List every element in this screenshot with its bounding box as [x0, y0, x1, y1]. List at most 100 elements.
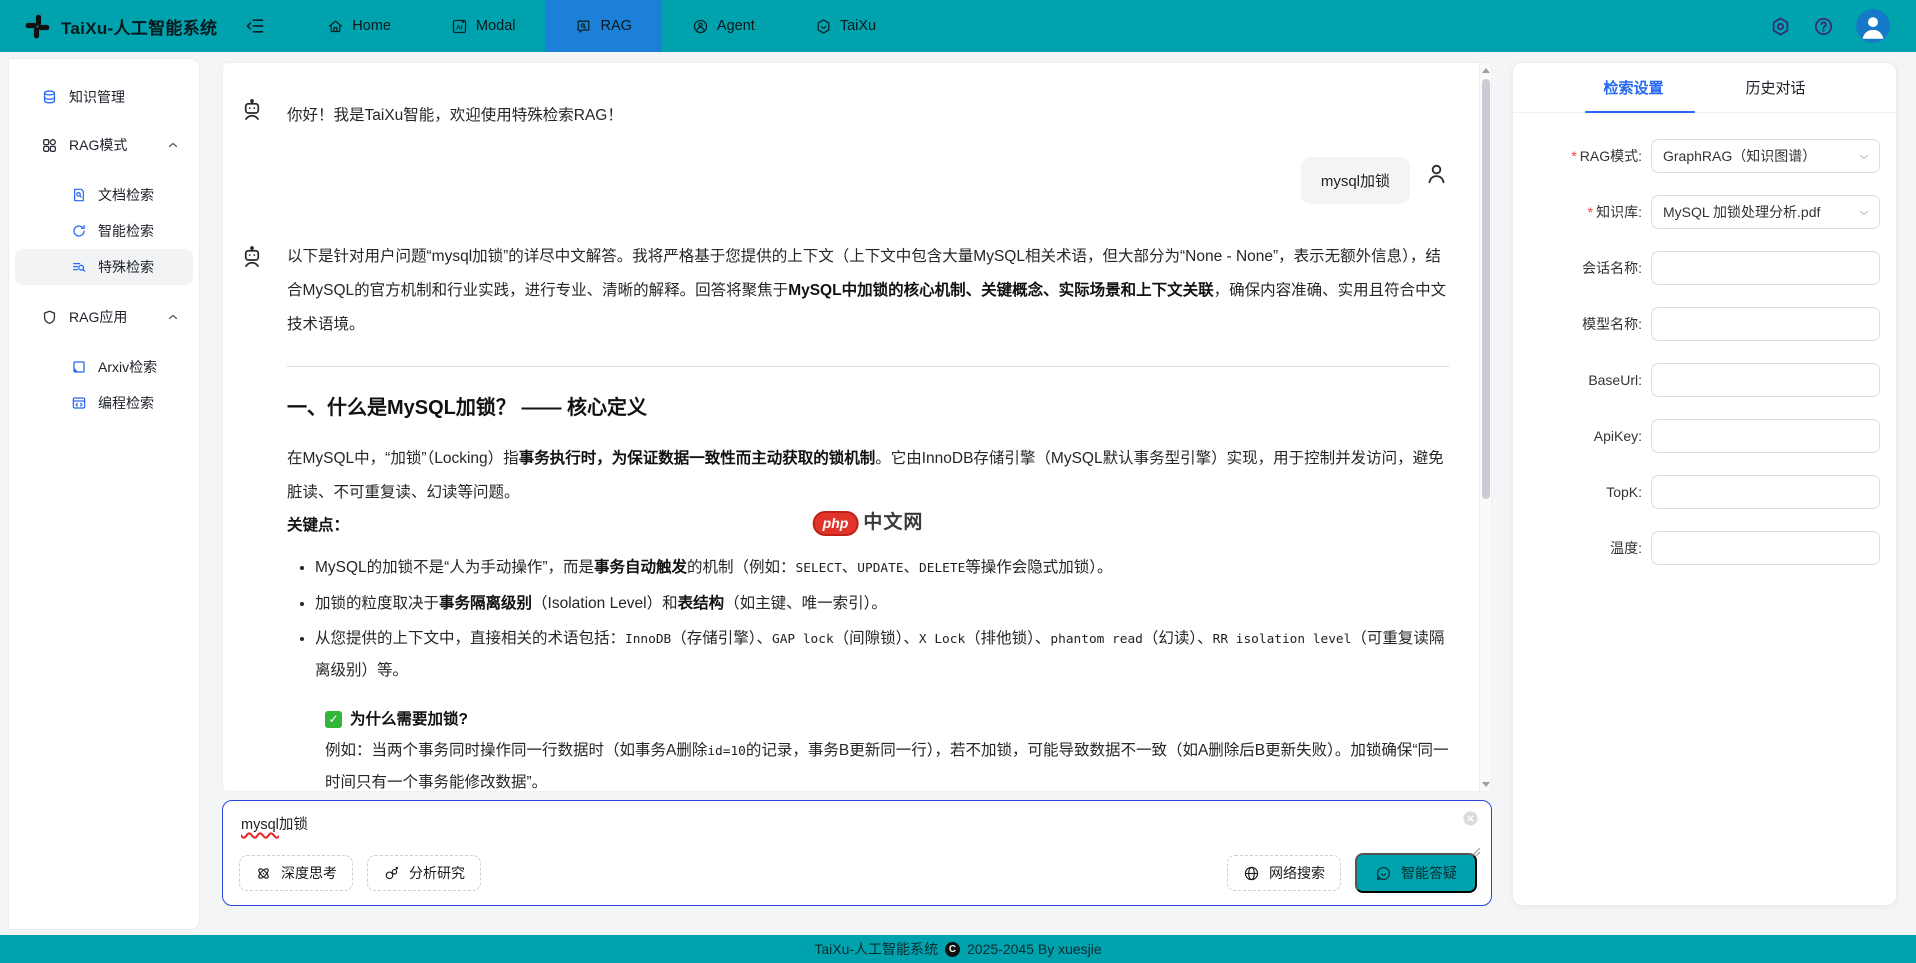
session-name-input[interactable] [1651, 251, 1880, 285]
knowledge-base-value: MySQL 加锁处理分析.pdf [1663, 202, 1820, 222]
smart-qa-button[interactable]: 智能答疑 [1355, 853, 1477, 893]
footer-copyright: 2025-2045 By xuesjie [967, 941, 1102, 957]
nav-item-agent[interactable]: Agent [662, 0, 785, 52]
form-row-apikey: ApiKey: [1529, 419, 1880, 453]
why-lock-block: ✓ 为什么需要加锁? 例如：当两个事务同时操作同一行数据时（如事务A删除id=1… [325, 704, 1449, 791]
square-icon [71, 359, 87, 375]
php-logo-badge: php [813, 511, 859, 536]
menu-fold-icon[interactable] [227, 0, 283, 52]
sidebar-item-doc-search[interactable]: 文档检索 [15, 177, 193, 213]
answer-heading-1: 一、什么是MySQL加锁？ —— 核心定义 [287, 391, 1449, 420]
bot-message: 以下是针对用户问题“mysql加锁”的详尽中文解答。我将严格基于您提供的上下文（… [223, 238, 1479, 791]
chat-scrollbar[interactable] [1479, 63, 1491, 791]
keypoints-label: 关键点： [287, 517, 349, 534]
code-window-icon [71, 395, 87, 411]
scrollbar-down-arrow[interactable] [1480, 777, 1492, 791]
chevron-down-icon [1858, 207, 1870, 219]
sidebar-item-arxiv-search[interactable]: Arxiv检索 [15, 349, 193, 385]
footer-app-name: TaiXu-人工智能系统 [814, 939, 938, 959]
bot-message: 你好！我是TaiXu智能，欢迎使用特殊检索RAG！ [223, 91, 1479, 133]
scrollbar-up-arrow[interactable] [1480, 63, 1492, 77]
settings-form: *RAG模式: GraphRAG（知识图谱） *知识库: MySQL 加锁处理分… [1513, 113, 1896, 565]
chevron-up-icon [167, 311, 179, 323]
clear-input-icon[interactable] [1462, 810, 1479, 827]
field-label: *RAG模式: [1529, 146, 1651, 166]
atom-icon [255, 865, 272, 882]
topk-input[interactable] [1651, 475, 1880, 509]
active-tab-underline [1585, 111, 1695, 114]
form-row-knowledge-base: *知识库: MySQL 加锁处理分析.pdf [1529, 195, 1880, 229]
analyze-research-button[interactable]: 分析研究 [367, 855, 481, 891]
copyright-icon: C [945, 942, 960, 957]
field-label: 会话名称: [1529, 258, 1651, 278]
analyze-research-label: 分析研究 [409, 863, 465, 883]
form-row-session-name: 会话名称: [1529, 251, 1880, 285]
field-label: 温度: [1529, 538, 1651, 558]
form-row-temperature: 温度: [1529, 531, 1880, 565]
deep-think-button[interactable]: 深度思考 [239, 855, 353, 891]
form-row-model-name: 模型名称: [1529, 307, 1880, 341]
panel-tabs: 检索设置 历史对话 [1513, 63, 1896, 113]
form-row-baseurl: BaseUrl: [1529, 363, 1880, 397]
globe-icon [1243, 865, 1260, 882]
answer-intro-paragraph: 以下是针对用户问题“mysql加锁”的详尽中文解答。我将严格基于您提供的上下文（… [287, 240, 1449, 342]
required-asterisk: * [1588, 204, 1593, 220]
list-item: MySQL的加锁不是“人为手动操作”，而是事务自动触发的机制（例如：SELECT… [315, 552, 1449, 584]
main-nav: Home AI Modal RAG [297, 0, 906, 52]
field-label: BaseUrl: [1529, 372, 1651, 388]
user-avatar[interactable] [1856, 9, 1890, 43]
sidebar-item-special-search[interactable]: 特殊检索 [15, 249, 193, 285]
sidebar-group-rag-mode[interactable]: RAG模式 [15, 125, 193, 165]
tab-history-chat[interactable]: 历史对话 [1742, 77, 1810, 98]
keypoints-line: 关键点： php 中文网 [287, 510, 1449, 542]
svg-text:AI: AI [456, 24, 463, 31]
nav-item-home[interactable]: Home [297, 0, 421, 52]
taixu-icon [815, 18, 832, 35]
sidebar-item-knowledge[interactable]: 知识管理 [15, 77, 193, 117]
list-item: 从您提供的上下文中，直接相关的术语包括：InnoDB（存储引擎）、GAP loc… [315, 623, 1449, 686]
sidebar-item-smart-search[interactable]: 智能检索 [15, 213, 193, 249]
nav-item-label: Agent [717, 18, 755, 34]
user-message-bubble: mysql加锁 [1301, 157, 1410, 204]
bot-answer-markdown: 以下是针对用户问题“mysql加锁”的详尽中文解答。我将严格基于您提供的上下文（… [287, 238, 1449, 791]
temperature-input[interactable] [1651, 531, 1880, 565]
message-input[interactable]: mysql加锁 [223, 801, 1491, 853]
check-mark-icon: ✓ [325, 711, 342, 728]
home-icon [327, 18, 344, 35]
nav-item-taixu[interactable]: TaiXu [785, 0, 906, 52]
grid-icon [41, 137, 58, 154]
tab-retrieval-settings[interactable]: 检索设置 [1599, 77, 1667, 98]
sidebar-group-label: RAG模式 [69, 135, 127, 155]
settings-gear-icon[interactable] [1770, 16, 1791, 37]
bot-greeting-text: 你好！我是TaiXu智能，欢迎使用特殊检索RAG！ [287, 91, 623, 133]
chat-message-list: 你好！我是TaiXu智能，欢迎使用特殊检索RAG！ mysql加锁 [223, 63, 1479, 791]
help-icon[interactable] [1813, 16, 1834, 37]
document-search-icon [71, 187, 87, 203]
composer-toolbar-right: 网络搜索 智能答疑 [1227, 853, 1477, 893]
answer-definition-paragraph: 在MySQL中，“加锁”（Locking）指事务执行时，为保证数据一致性而主动获… [287, 442, 1449, 510]
input-text: 加锁 [279, 817, 308, 833]
nav-item-modal[interactable]: AI Modal [421, 0, 546, 52]
message-composer: mysql加锁 深度思考 [222, 800, 1492, 906]
web-search-button[interactable]: 网络搜索 [1227, 855, 1341, 891]
nav-item-label: Home [352, 18, 391, 34]
sidebar-item-coding-search[interactable]: 编程检索 [15, 385, 193, 421]
nav-item-rag[interactable]: RAG [545, 0, 661, 52]
php-logo-text: 中文网 [863, 507, 923, 539]
brand: TaiXu-人工智能系统 [0, 0, 227, 52]
baseurl-input[interactable] [1651, 363, 1880, 397]
shield-icon [41, 309, 58, 326]
knowledge-base-select[interactable]: MySQL 加锁处理分析.pdf [1651, 195, 1880, 229]
user-message: mysql加锁 [223, 155, 1479, 204]
sidebar-item-label: 特殊检索 [98, 257, 154, 277]
scrollbar-thumb[interactable] [1482, 79, 1490, 499]
model-name-input[interactable] [1651, 307, 1880, 341]
rag-mode-select[interactable]: GraphRAG（知识图谱） [1651, 139, 1880, 173]
sidebar-group-rag-app[interactable]: RAG应用 [15, 297, 193, 337]
sidebar-item-label: 编程检索 [98, 393, 154, 413]
apikey-input[interactable] [1651, 419, 1880, 453]
php-cn-watermark: php 中文网 [813, 507, 924, 539]
form-row-rag-mode: *RAG模式: GraphRAG（知识图谱） [1529, 139, 1880, 173]
modal-icon: AI [451, 18, 468, 35]
field-label: ApiKey: [1529, 428, 1651, 444]
